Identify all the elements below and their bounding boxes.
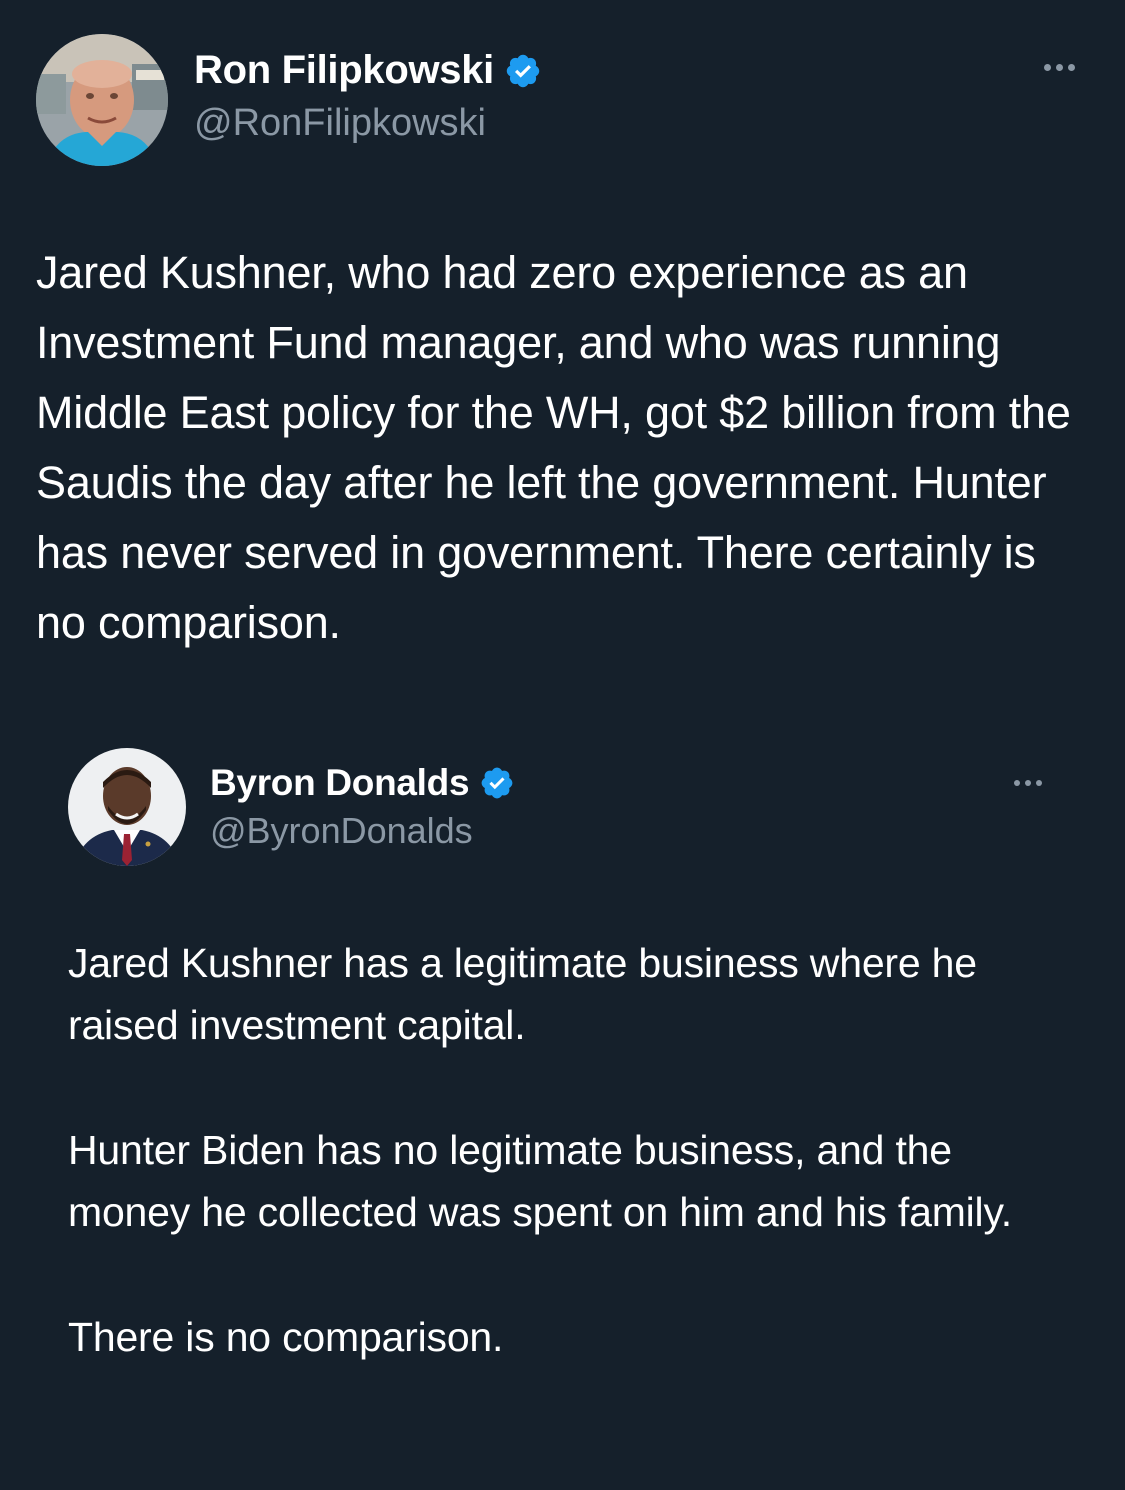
quoted-tweet-paragraph: There is no comparison. [68, 1314, 504, 1360]
quoted-tweet-paragraph: Hunter Biden has no legitimate business,… [68, 1127, 1012, 1235]
more-dot [1025, 780, 1031, 786]
quoted-tweet[interactable]: Byron Donalds @ByronDonalds Jared Kushne… [0, 720, 1125, 1490]
quoted-author-handle[interactable]: @ByronDonalds [210, 810, 473, 852]
tweet-text: Jared Kushner, who had zero experience a… [36, 247, 1071, 648]
more-dot [1056, 64, 1063, 71]
quoted-author-display-name[interactable]: Byron Donalds [210, 762, 470, 804]
avatar-photo-icon [36, 34, 168, 166]
quoted-tweet-text: Jared Kushner has a legitimate business … [68, 932, 1058, 1368]
avatar-photo-icon [68, 748, 186, 866]
author-handle[interactable]: @RonFilipkowski [194, 102, 486, 145]
author-name-row: Ron Filipkowski [194, 48, 542, 93]
verified-badge-icon [479, 765, 515, 801]
more-dot [1036, 780, 1042, 786]
author-avatar[interactable] [36, 34, 168, 166]
tweet-header: Ron Filipkowski @RonFilipkowski [36, 30, 1086, 170]
verified-badge-icon [504, 52, 542, 90]
more-dot [1068, 64, 1075, 71]
more-options-icon[interactable] [1014, 780, 1042, 786]
author-display-name[interactable]: Ron Filipkowski [194, 48, 494, 93]
tweet: Ron Filipkowski @RonFilipkowski Jared Ku… [0, 0, 1125, 1490]
quoted-author-avatar[interactable] [68, 748, 186, 866]
more-dot [1014, 780, 1020, 786]
quoted-author-name-row: Byron Donalds [210, 762, 515, 804]
more-dot [1044, 64, 1051, 71]
more-options-icon[interactable] [1044, 64, 1075, 71]
quoted-tweet-paragraph: Jared Kushner has a legitimate business … [68, 940, 977, 1048]
